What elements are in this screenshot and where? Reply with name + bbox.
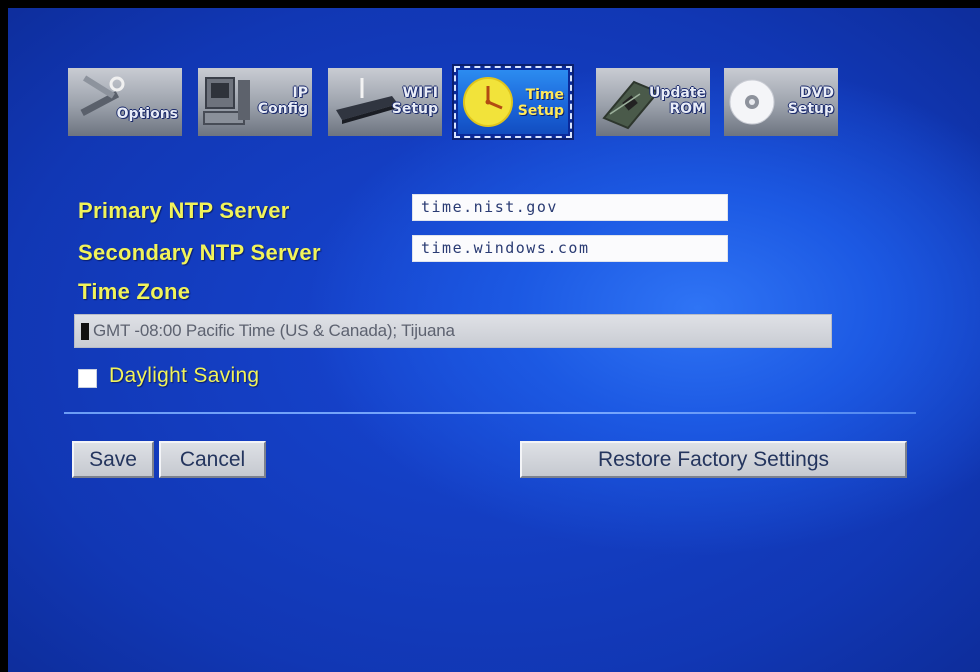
tab-options[interactable]: Options: [66, 66, 184, 138]
tab-time-setup[interactable]: Time Setup: [452, 64, 574, 140]
restore-factory-settings-button[interactable]: Restore Factory Settings: [520, 441, 907, 478]
time-zone-label: Time Zone: [78, 279, 191, 304]
divider: [64, 412, 916, 414]
secondary-ntp-label: Secondary NTP Server: [78, 240, 321, 265]
daylight-saving-label: Daylight Saving: [109, 364, 260, 387]
primary-ntp-label: Primary NTP Server: [78, 198, 290, 223]
clock-icon: [463, 77, 513, 127]
daylight-saving-checkbox[interactable]: [78, 369, 97, 388]
disc-icon: [729, 79, 775, 125]
primary-ntp-input[interactable]: time.nist.gov: [412, 194, 728, 221]
tab-time-setup-label: Time Setup: [517, 87, 564, 119]
tab-wifi-setup[interactable]: WIFI Setup: [326, 66, 444, 138]
tab-ip-config[interactable]: IP Config: [196, 66, 314, 138]
save-button[interactable]: Save: [72, 441, 154, 478]
text-cursor: [81, 323, 89, 340]
tab-wifi-setup-label: WIFI Setup: [391, 85, 438, 117]
tab-options-label: Options: [116, 106, 178, 122]
tab-dvd-setup[interactable]: DVD Setup: [722, 66, 840, 138]
time-zone-select[interactable]: GMT -08:00 Pacific Time (US & Canada); T…: [74, 314, 832, 348]
tab-dvd-setup-label: DVD Setup: [787, 85, 834, 117]
tab-update-rom[interactable]: Update ROM: [594, 66, 712, 138]
tab-ip-config-label: IP Config: [257, 85, 308, 117]
screen: Options IP Config WIFI Setup Time Setup …: [8, 8, 980, 672]
time-zone-value: GMT -08:00 Pacific Time (US & Canada); T…: [93, 321, 455, 340]
tab-update-rom-label: Update ROM: [648, 85, 706, 117]
secondary-ntp-input[interactable]: time.windows.com: [412, 235, 728, 262]
cancel-button[interactable]: Cancel: [159, 441, 266, 478]
